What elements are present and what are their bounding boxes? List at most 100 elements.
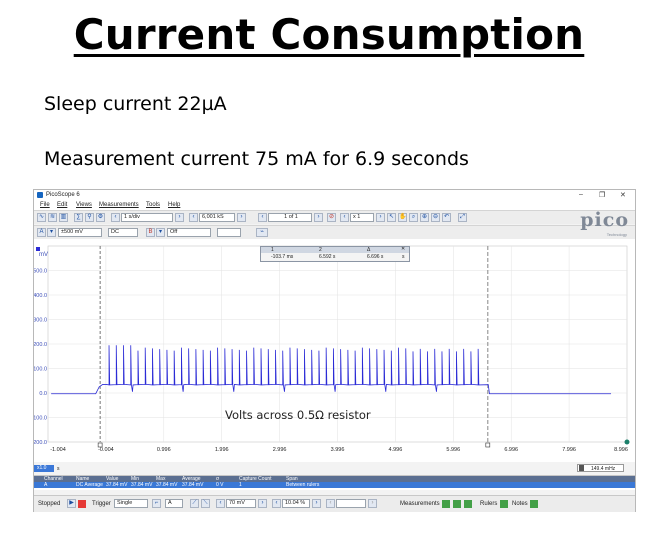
samples-up-icon[interactable]: › bbox=[237, 213, 246, 222]
pretrigger-down-icon[interactable]: ‹ bbox=[272, 499, 281, 508]
menu-tools[interactable]: Tools bbox=[146, 202, 160, 208]
zoom-up-icon[interactable]: › bbox=[376, 213, 385, 222]
channel-b-button[interactable]: B bbox=[146, 228, 155, 237]
menu-help[interactable]: Help bbox=[168, 202, 180, 208]
rulers-close-icon[interactable]: ✕ bbox=[401, 246, 405, 252]
ruler-col-1-label: 1 bbox=[271, 247, 274, 253]
channel-a-button[interactable]: A bbox=[37, 228, 46, 237]
menu-views[interactable]: Views bbox=[76, 202, 92, 208]
buffer-navigator[interactable]: 1 of 1 bbox=[268, 213, 312, 222]
post-trigger-next-icon[interactable]: › bbox=[368, 499, 377, 508]
y-tick-label: 200.0 bbox=[34, 342, 47, 348]
zoom-area-icon[interactable]: ⌕ bbox=[409, 213, 418, 222]
cell-value: 37.84 mV bbox=[106, 482, 128, 488]
delete-measurement-icon[interactable] bbox=[464, 500, 472, 508]
level-down-icon[interactable]: ‹ bbox=[216, 499, 225, 508]
falling-edge-icon[interactable]: ⟍ bbox=[201, 499, 210, 508]
x-zoom-badge: x1.0 bbox=[34, 465, 54, 472]
scope-mode-icon[interactable]: ∿ bbox=[37, 213, 46, 222]
slide-title: Current Consumption bbox=[73, 10, 585, 59]
x-axis-unit: s bbox=[57, 466, 60, 472]
measurement-row[interactable]: A DC Average 37.84 mV 37.84 mV 37.84 mV … bbox=[34, 482, 635, 488]
buffer-prev-icon[interactable]: ‹ bbox=[258, 213, 267, 222]
trigger-level-input[interactable]: 70 mV bbox=[226, 499, 256, 508]
y-tick-label: 300.0 bbox=[34, 318, 47, 324]
y-tick-label: 500.0 bbox=[34, 269, 47, 275]
ruler-2-handle[interactable] bbox=[485, 442, 491, 448]
timebase-down-icon[interactable]: ‹ bbox=[111, 213, 120, 222]
close-button[interactable]: ✕ bbox=[620, 191, 626, 199]
zoom-out-icon[interactable]: ⊖ bbox=[431, 213, 440, 222]
menu-edit[interactable]: Edit bbox=[57, 202, 67, 208]
level-up-icon[interactable]: › bbox=[258, 499, 267, 508]
ruler-1-handle[interactable] bbox=[97, 442, 103, 448]
channel-a-options-icon[interactable]: ▾ bbox=[47, 228, 56, 237]
zoom-down-icon[interactable]: ‹ bbox=[340, 213, 349, 222]
channel-toolbar: A ▾ ±500 mV DC B ▾ Off ⌁ bbox=[34, 225, 635, 239]
rulers-toggle-icon[interactable] bbox=[500, 500, 508, 508]
range-select[interactable]: ±500 mV bbox=[58, 228, 102, 237]
cell-min: 37.84 mV bbox=[131, 482, 153, 488]
x-tick-label: 8.996 bbox=[614, 447, 628, 453]
menu-bar: File Edit Views Measurements Tools Help bbox=[34, 201, 635, 210]
clear-buffer-icon[interactable]: ⊘ bbox=[327, 213, 336, 222]
run-button[interactable]: ▶ bbox=[67, 499, 76, 508]
cell-average: 37.84 mV bbox=[182, 482, 204, 488]
probe-icon[interactable]: ⚲ bbox=[85, 213, 94, 222]
coupling-select[interactable]: DC bbox=[108, 228, 138, 237]
rulers-legend[interactable]: 1 2 Δ ✕ -103.7 ms 6.592 s 6.696 s s bbox=[260, 246, 410, 262]
menu-file[interactable]: File bbox=[40, 202, 50, 208]
spectrum-mode-icon[interactable]: ▥ bbox=[59, 213, 68, 222]
ruler-delta-value: 6.696 s bbox=[367, 254, 384, 260]
y-axis-unit: mV bbox=[39, 252, 48, 258]
post-trigger-input[interactable] bbox=[336, 499, 366, 508]
pretrigger-input[interactable]: 10.04 % bbox=[282, 499, 310, 508]
channel-b-options-icon[interactable]: ▾ bbox=[156, 228, 165, 237]
cell-channel: A bbox=[44, 482, 48, 488]
pointer-icon[interactable]: ↖ bbox=[387, 213, 396, 222]
picoscope-window: PicoScope 6 – ❐ ✕ File Edit Views Measur… bbox=[31, 189, 636, 512]
zoom-select[interactable]: x 1 bbox=[350, 213, 374, 222]
window-title: PicoScope 6 bbox=[46, 192, 80, 198]
samples-select[interactable]: 6,001 kS bbox=[199, 213, 235, 222]
x-tick-label: 4.996 bbox=[389, 447, 403, 453]
math-channels-icon[interactable]: ∑ bbox=[74, 213, 83, 222]
undo-zoom-icon[interactable]: ↶ bbox=[442, 213, 451, 222]
trigger-channel-select[interactable]: A bbox=[165, 499, 183, 508]
buffer-next-icon[interactable]: › bbox=[314, 213, 323, 222]
hand-icon[interactable]: ✋ bbox=[398, 213, 407, 222]
timebase-up-icon[interactable]: › bbox=[175, 213, 184, 222]
zoom-in-icon[interactable]: ⊕ bbox=[420, 213, 429, 222]
zoom-fit-icon[interactable]: ⤢ bbox=[458, 213, 467, 222]
channel-a-axis-marker bbox=[36, 247, 40, 251]
y-tick-label: -100.0 bbox=[34, 416, 47, 422]
persistence-mode-icon[interactable]: ≋ bbox=[48, 213, 57, 222]
reference-icon[interactable]: ⚙ bbox=[96, 213, 105, 222]
edit-measurement-icon[interactable] bbox=[453, 500, 461, 508]
add-measurement-icon[interactable] bbox=[442, 500, 450, 508]
samples-down-icon[interactable]: ‹ bbox=[189, 213, 198, 222]
stop-button[interactable] bbox=[78, 500, 86, 508]
trigger-mode-select[interactable]: Single bbox=[114, 499, 148, 508]
oscilloscope-plot[interactable]: 500.0 400.0 300.0 200.0 100.0 0.0 -100.0 -200.0… bbox=[31, 239, 635, 462]
pretrigger-up-icon[interactable]: › bbox=[312, 499, 321, 508]
x-tick-label: 1.996 bbox=[215, 447, 229, 453]
trigger-label: Trigger bbox=[92, 501, 111, 507]
timebase-select[interactable]: 1 s/div bbox=[121, 213, 173, 222]
channel-b-coupling-select[interactable] bbox=[217, 228, 241, 237]
x-tick-label: -0.004 bbox=[98, 447, 114, 453]
waveform-graph[interactable]: 500.0 400.0 300.0 200.0 100.0 0.0 -100.0 -200.0… bbox=[31, 239, 635, 462]
notes-toggle-icon[interactable] bbox=[530, 500, 538, 508]
channel-a-trace bbox=[51, 345, 612, 395]
channel-b-range-select[interactable]: Off bbox=[167, 228, 211, 237]
cell-capture-count: 1 bbox=[239, 482, 242, 488]
menu-measurements[interactable]: Measurements bbox=[99, 202, 139, 208]
rising-edge-icon[interactable]: ⟋ bbox=[190, 499, 199, 508]
auto-setup-icon[interactable]: ⌁ bbox=[256, 228, 268, 237]
maximize-button[interactable]: ❐ bbox=[599, 191, 605, 199]
trigger-edge-icon[interactable]: ⌐ bbox=[152, 499, 161, 508]
minimize-button[interactable]: – bbox=[579, 191, 583, 198]
picoscope-app-icon bbox=[37, 192, 43, 198]
trigger-marker[interactable] bbox=[624, 439, 630, 445]
post-trigger-prev-icon[interactable]: ‹ bbox=[326, 499, 335, 508]
